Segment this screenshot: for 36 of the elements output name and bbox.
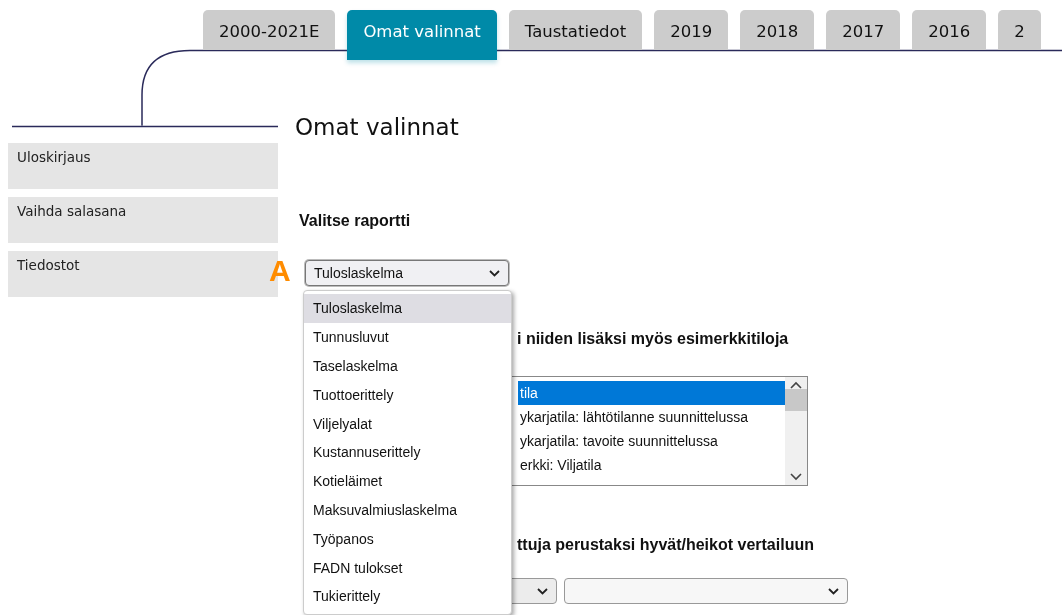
dropdown-option[interactable]: Tuottoerittely [304,380,511,410]
tab[interactable]: 2 [998,10,1041,50]
tab[interactable]: Omat valinnat [347,10,497,60]
select-field[interactable] [564,578,848,604]
dropdown-option[interactable]: Kustannuserittely [304,438,511,467]
tab[interactable]: 2019 [654,10,729,50]
scrollbar[interactable] [785,377,807,485]
tab[interactable]: 2016 [912,10,987,50]
sidebar-item[interactable]: Uloskirjaus [8,143,278,189]
list-option[interactable]: ykarjatila: lähtötilanne suunnittelussa [518,405,785,429]
chevron-down-icon [537,587,548,595]
chevron-down-icon [828,587,839,595]
tab[interactable]: Taustatiedot [508,10,643,50]
list-option[interactable]: ykarjatila: tavoite suunnittelussa [518,429,785,453]
dropdown-option[interactable]: Maksuvalmiuslaskelma [304,495,511,525]
dropdown-option[interactable]: Viljelyalat [304,409,511,438]
report-select[interactable]: Tuloslaskelma [305,260,509,286]
dropdown-option[interactable]: Työpanos [304,524,511,554]
dropdown-option[interactable]: Tukierittely [304,581,511,611]
dropdown-option[interactable]: Tunnusluvut [304,322,511,352]
tab[interactable]: 2017 [826,10,901,50]
chevron-up-icon [790,381,802,389]
list-option[interactable]: tila [518,381,785,405]
tab[interactable]: 2000-2021E [203,10,336,50]
page-title: Omat valinnat [295,113,460,142]
section-heading: i niiden lisäksi myös esimerkkitiloja [517,330,790,348]
chevron-down-icon [489,269,500,277]
section-heading: ttuja perustaksi hyvät/heikot vertailuun [517,536,815,554]
dropdown-option[interactable]: FADN tulokset [304,553,511,582]
sidebar-item[interactable]: Vaihda salasana [8,197,278,243]
chevron-down-icon [790,473,802,481]
dropdown-option[interactable]: Tuloslaskelma [304,294,511,323]
section-heading: Valitse raportti [299,212,412,230]
tab[interactable]: 2018 [740,10,815,50]
scrollbar-thumb[interactable] [785,389,807,411]
list-option[interactable]: erkki: Viljatila [518,453,785,477]
